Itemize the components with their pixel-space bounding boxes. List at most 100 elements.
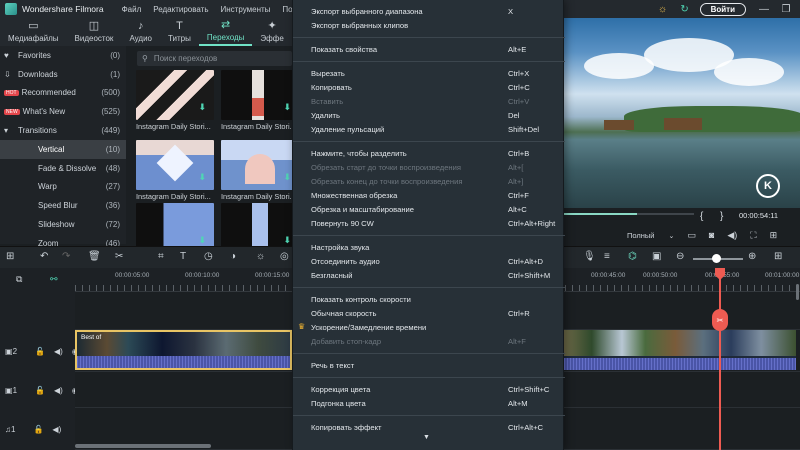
horizontal-scrollbar[interactable] [75, 444, 211, 448]
library-item[interactable]: ⇩ Downloads (1) [0, 65, 126, 84]
expand-icon[interactable]: ⊞ [770, 230, 778, 241]
context-menu-item[interactable]: Отсоединить аудио Ctrl+Alt+D [293, 255, 565, 269]
video-preview[interactable]: K [564, 18, 800, 208]
adjust-icon[interactable]: ☼ [256, 251, 265, 262]
download-icon[interactable]: ⬇ [198, 102, 206, 113]
menu-tools[interactable]: Инструменты [221, 5, 271, 14]
preview-progress-bar[interactable]: { } 00:00:54:11 [564, 208, 800, 226]
download-icon[interactable]: ⬇ [198, 172, 206, 183]
volume-icon[interactable]: ◀) [727, 230, 737, 241]
transition-card[interactable]: ⬇ Instagram Daily Stori... [136, 140, 214, 201]
cut-icon[interactable]: ✂ [115, 251, 123, 262]
snapshot-icon[interactable]: ◙ [709, 230, 714, 240]
transition-card[interactable]: ⬇ Instagram Daily Stori... [221, 140, 292, 201]
download-icon[interactable]: ⬇ [283, 102, 291, 113]
fit-icon[interactable]: ⊞ [774, 251, 782, 262]
color-icon[interactable]: ◑ [230, 251, 236, 262]
context-menu-item[interactable]: Подгонка цвета Alt+M [293, 397, 565, 411]
context-menu-item[interactable]: Вставить Ctrl+V [293, 95, 565, 109]
tab-4[interactable]: ⇄ Переходы [198, 18, 253, 46]
library-item[interactable]: ▾ Transitions (449) [0, 121, 126, 140]
minimize-icon[interactable]: — [756, 0, 772, 18]
mark-in-icon[interactable]: { [700, 211, 703, 222]
mute-icon[interactable]: ◀) [52, 425, 61, 434]
context-menu-item[interactable]: Экспорт выбранных клипов [293, 19, 565, 33]
tab-2[interactable]: ♪ Аудио [121, 18, 160, 46]
search-input[interactable] [153, 54, 274, 63]
crop-icon[interactable]: ⌗ [158, 251, 164, 262]
context-menu-item[interactable]: Настройка звука [293, 241, 565, 255]
search-box[interactable]: ⚲ [137, 51, 292, 66]
transition-card[interactable]: ⬇ Instagram Daily Stori... [136, 70, 214, 131]
context-menu-item[interactable]: Копировать эффект Ctrl+Alt+C [293, 421, 565, 435]
tab-5[interactable]: ✦ Эффе [252, 18, 291, 46]
text-icon[interactable]: T [180, 251, 186, 262]
vertical-scrollbar[interactable] [796, 284, 799, 300]
library-item[interactable]: Slideshow (72) [0, 215, 126, 234]
context-menu-item[interactable]: Добавить стоп-кадр Alt+F [293, 335, 565, 349]
context-menu-item[interactable]: Показать свойства Alt+E [293, 43, 565, 57]
context-menu-item[interactable]: Экспорт выбранного диапазона X [293, 5, 565, 19]
context-menu-item[interactable]: Повернуть 90 CW Ctrl+Alt+Right [293, 217, 565, 231]
add-track-icon[interactable]: ⧉ [16, 274, 22, 285]
download-icon[interactable]: ⬇ [198, 235, 206, 246]
video-clip-selected[interactable]: Best of [75, 330, 292, 370]
zoom-in-icon[interactable]: ⊕ [748, 251, 756, 262]
lock-icon[interactable]: 🔓 [35, 347, 45, 356]
tab-0[interactable]: ▭ Медиафайлы [0, 18, 67, 46]
speed-icon[interactable]: ◷ [204, 251, 213, 262]
context-menu-item[interactable]: Удалить Del [293, 109, 565, 123]
playhead[interactable] [719, 268, 721, 450]
render-icon[interactable]: ◎ [280, 251, 289, 262]
mic-icon[interactable]: 🎙 [583, 251, 596, 262]
context-menu-item[interactable]: Копировать Ctrl+C [293, 81, 565, 95]
menu-edit[interactable]: Редактировать [153, 5, 208, 14]
delete-icon[interactable]: 🗑 [88, 251, 101, 262]
monitor-icon[interactable]: ▭ [687, 230, 696, 241]
menu-file[interactable]: Файл [122, 5, 142, 14]
context-menu-item[interactable]: Удаление пульсаций Shift+Del [293, 123, 565, 137]
split-marker-icon[interactable]: ✂ [712, 309, 728, 331]
context-menu-item[interactable]: Речь в текст [293, 359, 565, 373]
context-menu-item[interactable]: Обрезать конец до точки воспроизведения A… [293, 175, 565, 189]
video-clip[interactable] [564, 330, 796, 370]
library-item[interactable]: Fade & Dissolve (48) [0, 159, 126, 178]
context-menu-item[interactable]: Обрезать старт до точки воспроизведения A… [293, 161, 565, 175]
progress-track[interactable] [564, 213, 694, 215]
context-menu-item[interactable]: Обрезка и масштабирование Alt+C [293, 203, 565, 217]
library-item[interactable]: Warp (27) [0, 178, 126, 197]
library-item[interactable]: NEW What's New (525) [0, 102, 126, 121]
tab-3[interactable]: T Титры [160, 18, 199, 46]
undo-icon[interactable]: ↶ [40, 251, 48, 262]
quality-select[interactable]: Полный ⌄ [627, 231, 674, 240]
library-item[interactable]: HOT Recommended (500) [0, 84, 126, 103]
sun-icon[interactable]: ☼ [656, 2, 670, 16]
mark-out-icon[interactable]: } [720, 211, 723, 222]
grid-icon[interactable]: ⊞ [6, 251, 14, 262]
library-item[interactable]: Vertical (10) [0, 139, 126, 159]
zoom-slider-handle[interactable] [712, 254, 721, 263]
login-button[interactable]: Войти [699, 2, 746, 16]
refresh-icon[interactable]: ↻ [678, 2, 692, 16]
link-icon[interactable]: ⚯ [50, 274, 58, 285]
transition-card[interactable]: ⬇ [136, 203, 214, 246]
mute-icon[interactable]: ◀) [54, 386, 63, 395]
transition-card[interactable]: ⬇ [221, 203, 292, 246]
more-down-icon[interactable]: ▼ [423, 434, 430, 441]
context-menu-item[interactable]: Показать контроль скорости [293, 293, 565, 307]
download-icon[interactable]: ⬇ [283, 235, 291, 246]
maximize-icon[interactable]: ❐ [778, 0, 794, 18]
tab-1[interactable]: ◫ Видеосток [67, 18, 122, 46]
lock-icon[interactable]: 🔓 [33, 425, 43, 434]
list-icon[interactable]: ≡ [604, 251, 610, 262]
zoom-out-icon[interactable]: ⊖ [676, 251, 684, 262]
subtitle-icon[interactable]: ▣ [652, 251, 661, 262]
context-menu-item[interactable]: Нажмите, чтобы разделить Ctrl+B [293, 147, 565, 161]
download-icon[interactable]: ⬇ [283, 172, 291, 183]
library-item[interactable]: Speed Blur (36) [0, 196, 126, 215]
context-menu-item[interactable]: ♛ Ускорение/Замедление времени [293, 321, 565, 335]
mute-icon[interactable]: ◀) [54, 347, 63, 356]
context-menu-item[interactable]: Вырезать Ctrl+X [293, 67, 565, 81]
transition-card[interactable]: ⬇ Instagram Daily Stori... [221, 70, 292, 131]
library-item[interactable]: ♥ Favorites (0) [0, 46, 126, 65]
